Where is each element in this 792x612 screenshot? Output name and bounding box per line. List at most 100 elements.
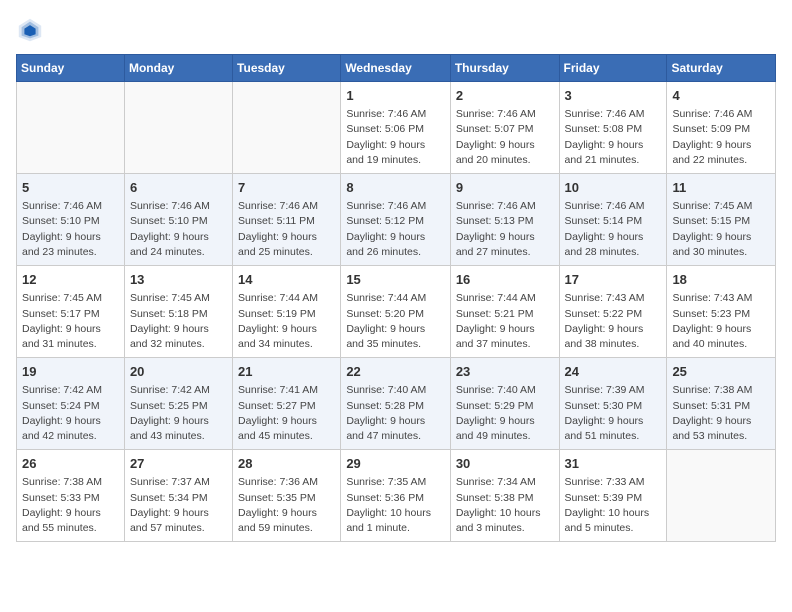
calendar-cell: [667, 450, 776, 542]
day-info: Sunrise: 7:44 AM Sunset: 5:20 PM Dayligh…: [346, 291, 445, 352]
calendar-cell: 30 Sunrise: 7:34 AM Sunset: 5:38 PM Dayli…: [450, 450, 559, 542]
day-number: 25: [672, 363, 770, 381]
day-number: 22: [346, 363, 445, 381]
day-info: Sunrise: 7:46 AM Sunset: 5:12 PM Dayligh…: [346, 199, 445, 260]
calendar-week-row: 12 Sunrise: 7:45 AM Sunset: 5:17 PM Dayli…: [17, 266, 776, 358]
calendar-cell: 25 Sunrise: 7:38 AM Sunset: 5:31 PM Dayli…: [667, 358, 776, 450]
day-info: Sunrise: 7:46 AM Sunset: 5:14 PM Dayligh…: [565, 199, 662, 260]
day-number: 18: [672, 271, 770, 289]
calendar-cell: 14 Sunrise: 7:44 AM Sunset: 5:19 PM Dayli…: [233, 266, 341, 358]
day-info: Sunrise: 7:42 AM Sunset: 5:24 PM Dayligh…: [22, 383, 119, 444]
calendar-cell: 27 Sunrise: 7:37 AM Sunset: 5:34 PM Dayli…: [124, 450, 232, 542]
calendar-cell: 5 Sunrise: 7:46 AM Sunset: 5:10 PM Daylig…: [17, 174, 125, 266]
day-number: 9: [456, 179, 554, 197]
day-number: 20: [130, 363, 227, 381]
day-number: 23: [456, 363, 554, 381]
calendar-cell: 21 Sunrise: 7:41 AM Sunset: 5:27 PM Dayli…: [233, 358, 341, 450]
day-number: 29: [346, 455, 445, 473]
day-number: 5: [22, 179, 119, 197]
day-info: Sunrise: 7:34 AM Sunset: 5:38 PM Dayligh…: [456, 475, 554, 536]
day-info: Sunrise: 7:38 AM Sunset: 5:31 PM Dayligh…: [672, 383, 770, 444]
day-info: Sunrise: 7:41 AM Sunset: 5:27 PM Dayligh…: [238, 383, 335, 444]
calendar-cell: 16 Sunrise: 7:44 AM Sunset: 5:21 PM Dayli…: [450, 266, 559, 358]
calendar-week-row: 19 Sunrise: 7:42 AM Sunset: 5:24 PM Dayli…: [17, 358, 776, 450]
calendar-cell: [233, 82, 341, 174]
day-number: 19: [22, 363, 119, 381]
day-number: 17: [565, 271, 662, 289]
day-info: Sunrise: 7:42 AM Sunset: 5:25 PM Dayligh…: [130, 383, 227, 444]
calendar-cell: 8 Sunrise: 7:46 AM Sunset: 5:12 PM Daylig…: [341, 174, 451, 266]
day-number: 31: [565, 455, 662, 473]
day-number: 15: [346, 271, 445, 289]
weekday-header-row: SundayMondayTuesdayWednesdayThursdayFrid…: [17, 55, 776, 82]
calendar-cell: 17 Sunrise: 7:43 AM Sunset: 5:22 PM Dayli…: [559, 266, 667, 358]
day-info: Sunrise: 7:37 AM Sunset: 5:34 PM Dayligh…: [130, 475, 227, 536]
day-number: 28: [238, 455, 335, 473]
day-info: Sunrise: 7:46 AM Sunset: 5:11 PM Dayligh…: [238, 199, 335, 260]
day-info: Sunrise: 7:35 AM Sunset: 5:36 PM Dayligh…: [346, 475, 445, 536]
logo-icon: [16, 16, 44, 44]
day-info: Sunrise: 7:40 AM Sunset: 5:29 PM Dayligh…: [456, 383, 554, 444]
calendar-cell: 24Sunrise: 7:39 AM Sunset: 5:30 PM Dayli…: [559, 358, 667, 450]
day-info: Sunrise: 7:46 AM Sunset: 5:13 PM Dayligh…: [456, 199, 554, 260]
day-number: 8: [346, 179, 445, 197]
day-info: Sunrise: 7:45 AM Sunset: 5:18 PM Dayligh…: [130, 291, 227, 352]
day-info: Sunrise: 7:43 AM Sunset: 5:22 PM Dayligh…: [565, 291, 662, 352]
day-number: 13: [130, 271, 227, 289]
calendar-table: SundayMondayTuesdayWednesdayThursdayFrid…: [16, 54, 776, 542]
calendar-cell: 7 Sunrise: 7:46 AM Sunset: 5:11 PM Daylig…: [233, 174, 341, 266]
weekday-header-monday: Monday: [124, 55, 232, 82]
day-info: Sunrise: 7:33 AM Sunset: 5:39 PM Dayligh…: [565, 475, 662, 536]
weekday-header-sunday: Sunday: [17, 55, 125, 82]
weekday-header-wednesday: Wednesday: [341, 55, 451, 82]
day-number: 1: [346, 87, 445, 105]
calendar-cell: 4Sunrise: 7:46 AM Sunset: 5:09 PM Daylig…: [667, 82, 776, 174]
day-number: 3: [565, 87, 662, 105]
day-number: 30: [456, 455, 554, 473]
day-number: 16: [456, 271, 554, 289]
calendar-cell: [124, 82, 232, 174]
day-number: 27: [130, 455, 227, 473]
calendar-week-row: 26 Sunrise: 7:38 AM Sunset: 5:33 PM Dayli…: [17, 450, 776, 542]
calendar-cell: 31 Sunrise: 7:33 AM Sunset: 5:39 PM Dayli…: [559, 450, 667, 542]
calendar-week-row: 5 Sunrise: 7:46 AM Sunset: 5:10 PM Daylig…: [17, 174, 776, 266]
day-number: 6: [130, 179, 227, 197]
weekday-header-saturday: Saturday: [667, 55, 776, 82]
calendar-cell: 11 Sunrise: 7:45 AM Sunset: 5:15 PM Dayli…: [667, 174, 776, 266]
calendar-cell: 26 Sunrise: 7:38 AM Sunset: 5:33 PM Dayli…: [17, 450, 125, 542]
day-info: Sunrise: 7:40 AM Sunset: 5:28 PM Dayligh…: [346, 383, 445, 444]
calendar-cell: 20 Sunrise: 7:42 AM Sunset: 5:25 PM Dayli…: [124, 358, 232, 450]
calendar-cell: 13 Sunrise: 7:45 AM Sunset: 5:18 PM Dayli…: [124, 266, 232, 358]
calendar-cell: 6Sunrise: 7:46 AM Sunset: 5:10 PM Daylig…: [124, 174, 232, 266]
calendar-cell: 15 Sunrise: 7:44 AM Sunset: 5:20 PM Dayli…: [341, 266, 451, 358]
page-header: [16, 16, 776, 44]
day-info: Sunrise: 7:38 AM Sunset: 5:33 PM Dayligh…: [22, 475, 119, 536]
day-number: 7: [238, 179, 335, 197]
day-number: 26: [22, 455, 119, 473]
calendar-cell: [17, 82, 125, 174]
day-number: 12: [22, 271, 119, 289]
day-number: 11: [672, 179, 770, 197]
calendar-cell: 29 Sunrise: 7:35 AM Sunset: 5:36 PM Dayli…: [341, 450, 451, 542]
weekday-header-tuesday: Tuesday: [233, 55, 341, 82]
day-number: 2: [456, 87, 554, 105]
day-info: Sunrise: 7:39 AM Sunset: 5:30 PM Dayligh…: [565, 383, 662, 444]
weekday-header-thursday: Thursday: [450, 55, 559, 82]
day-info: Sunrise: 7:46 AM Sunset: 5:10 PM Dayligh…: [22, 199, 119, 260]
day-info: Sunrise: 7:44 AM Sunset: 5:21 PM Dayligh…: [456, 291, 554, 352]
calendar-cell: 22 Sunrise: 7:40 AM Sunset: 5:28 PM Dayli…: [341, 358, 451, 450]
day-info: Sunrise: 7:43 AM Sunset: 5:23 PM Dayligh…: [672, 291, 770, 352]
day-info: Sunrise: 7:46 AM Sunset: 5:06 PM Dayligh…: [346, 107, 445, 168]
day-number: 14: [238, 271, 335, 289]
day-info: Sunrise: 7:45 AM Sunset: 5:17 PM Dayligh…: [22, 291, 119, 352]
day-number: 21: [238, 363, 335, 381]
day-number: 4: [672, 87, 770, 105]
day-info: Sunrise: 7:36 AM Sunset: 5:35 PM Dayligh…: [238, 475, 335, 536]
calendar-cell: 2Sunrise: 7:46 AM Sunset: 5:07 PM Daylig…: [450, 82, 559, 174]
calendar-cell: 18 Sunrise: 7:43 AM Sunset: 5:23 PM Dayli…: [667, 266, 776, 358]
day-info: Sunrise: 7:45 AM Sunset: 5:15 PM Dayligh…: [672, 199, 770, 260]
calendar-cell: 10Sunrise: 7:46 AM Sunset: 5:14 PM Dayli…: [559, 174, 667, 266]
calendar-cell: 3Sunrise: 7:46 AM Sunset: 5:08 PM Daylig…: [559, 82, 667, 174]
day-info: Sunrise: 7:44 AM Sunset: 5:19 PM Dayligh…: [238, 291, 335, 352]
calendar-cell: 9 Sunrise: 7:46 AM Sunset: 5:13 PM Daylig…: [450, 174, 559, 266]
